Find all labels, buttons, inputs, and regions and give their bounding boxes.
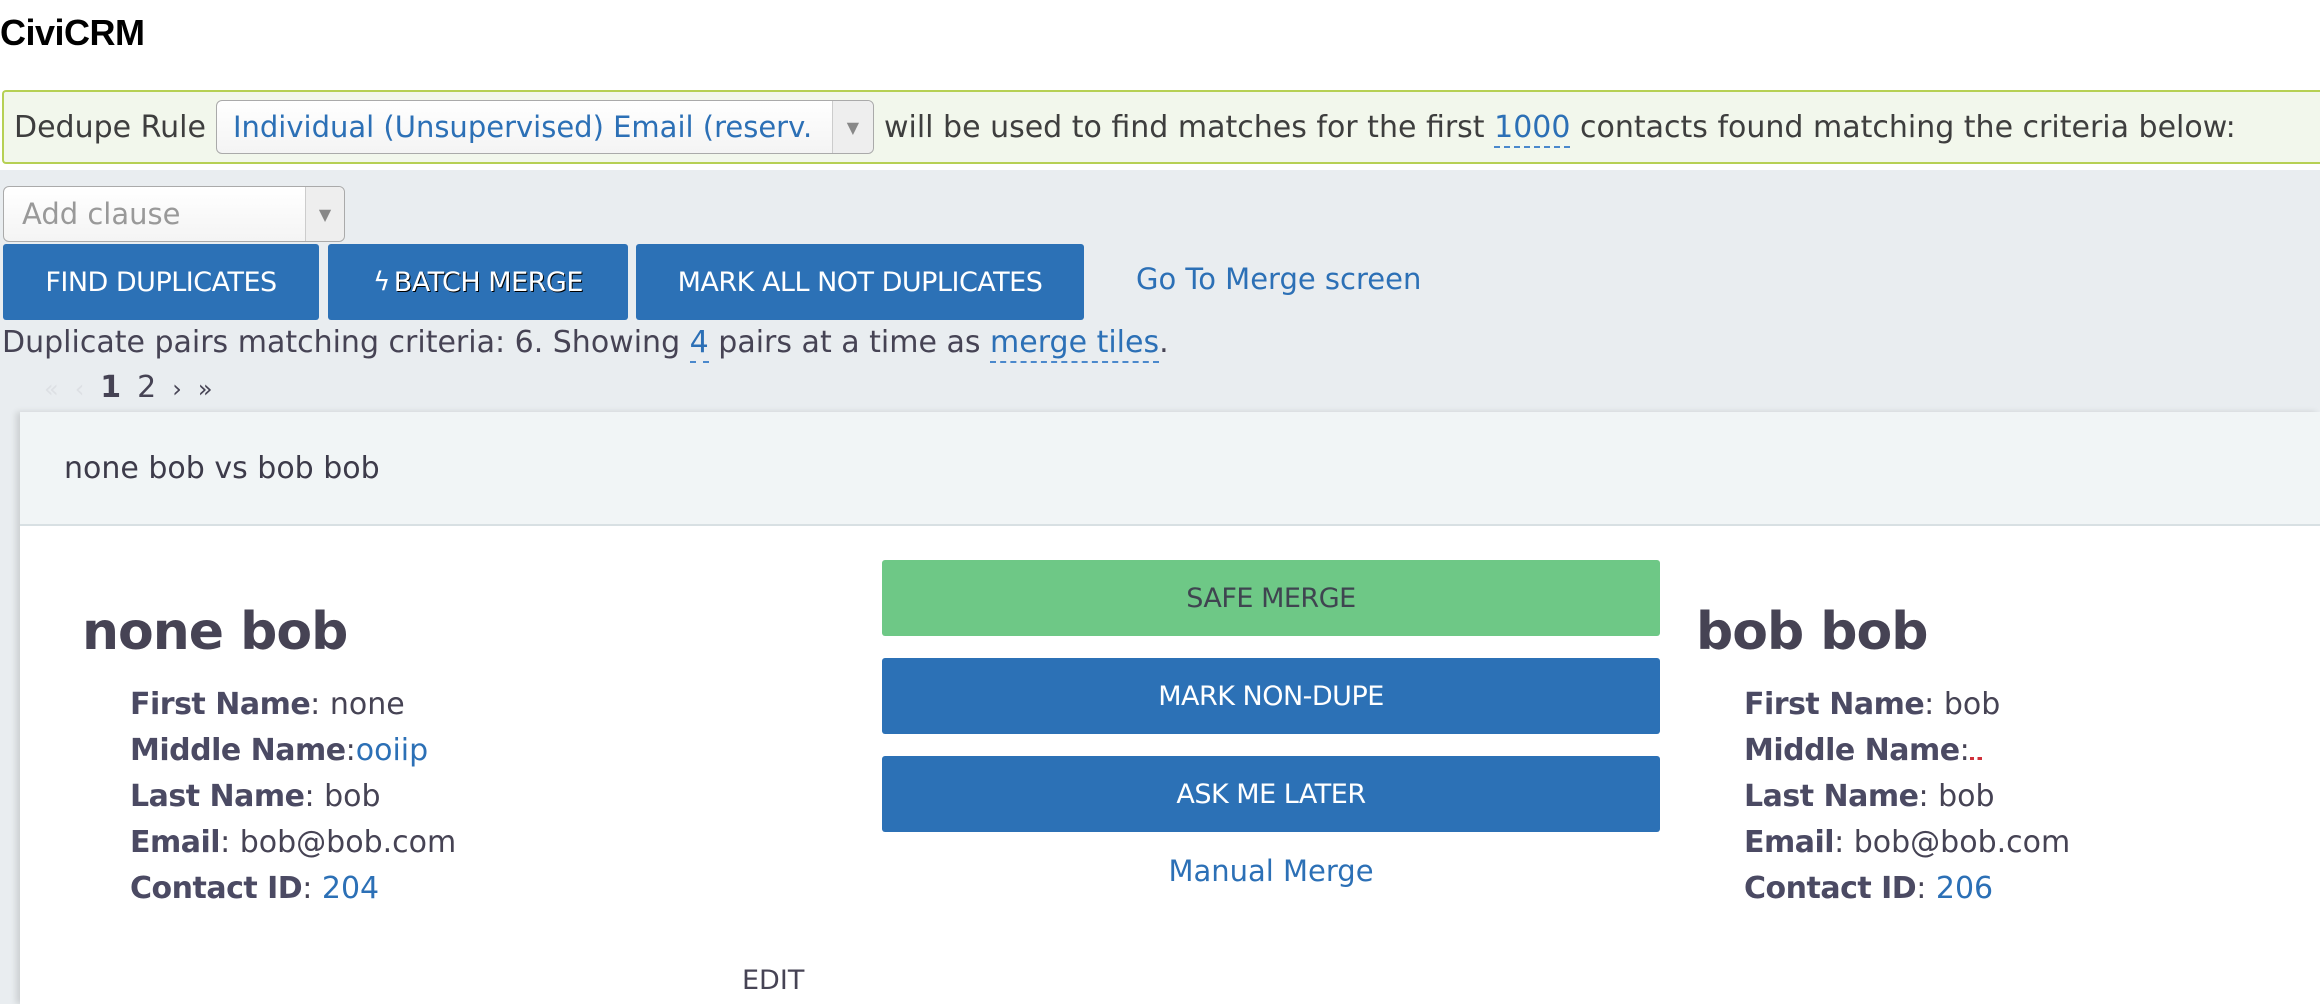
ask-me-later-button[interactable]: ASK ME LATER (882, 756, 1660, 832)
right-contact-fields: First Name: bob Middle Name: Last Name: … (1744, 682, 2070, 912)
field-label: Email (1744, 825, 1835, 860)
field-value: bob (1938, 779, 1995, 814)
field-middle-name: Middle Name:ooiip (130, 733, 429, 768)
last-page-button[interactable]: » (198, 375, 213, 403)
merge-tile-title: none bob vs bob bob (64, 450, 380, 486)
page-size-link[interactable]: 4 (689, 325, 709, 363)
summary-suffix: . (1159, 325, 1169, 360)
contact-id-link[interactable]: 206 (1936, 871, 1993, 906)
contact-limit-link[interactable]: 1000 (1494, 109, 1571, 148)
field-label: Middle Name (130, 733, 346, 768)
batch-merge-button[interactable]: ϟ BATCH MERGE (328, 244, 628, 320)
pager: « ‹ 1 2 › » (44, 370, 213, 405)
empty-value-marker[interactable] (1969, 743, 1982, 760)
field-label: Email (130, 825, 221, 860)
mark-all-not-duplicates-label: MARK ALL NOT DUPLICATES (677, 266, 1043, 298)
field-value: bob (324, 779, 381, 814)
dedupe-rule-bar: Dedupe Rule Individual (Unsupervised) Em… (2, 90, 2320, 164)
mark-all-not-duplicates-button[interactable]: MARK ALL NOT DUPLICATES (636, 244, 1084, 320)
field-label: First Name (1744, 687, 1925, 722)
manual-merge-link[interactable]: Manual Merge (882, 854, 1660, 888)
chevron-down-icon[interactable]: ▼ (831, 101, 873, 153)
mark-non-dupe-label: MARK NON-DUPE (1158, 680, 1384, 712)
dedupe-rule-selected-value: Individual (Unsupervised) Email (reserv.… (232, 110, 813, 144)
field-email: Email: bob@bob.com (130, 825, 457, 860)
field-value: bob@bob.com (239, 825, 457, 860)
field-last-name: Last Name: bob (130, 779, 381, 814)
find-duplicates-label: FIND DUPLICATES (45, 266, 277, 298)
field-label: Last Name (1744, 779, 1919, 814)
summary-middle: pairs at a time as (718, 325, 981, 360)
dedupe-rule-label: Dedupe Rule (14, 109, 206, 145)
right-contact-name: bob bob (1696, 602, 1928, 662)
dedupe-rule-select[interactable]: Individual (Unsupervised) Email (reserv.… (215, 100, 874, 154)
field-label: Last Name (130, 779, 305, 814)
dedupe-text-before: will be used to find matches for the fir… (883, 109, 1485, 145)
chevron-down-icon[interactable]: ▼ (305, 187, 344, 241)
page-2-button[interactable]: 2 (137, 370, 156, 405)
field-label: Middle Name (1744, 733, 1960, 768)
field-first-name: First Name: none (130, 687, 405, 722)
lightning-bolt-icon: ϟ (373, 267, 390, 297)
field-value: bob@bob.com (1853, 825, 2071, 860)
left-contact-fields: First Name: none Middle Name:ooiip Last … (130, 682, 456, 912)
field-value[interactable]: ooiip (356, 733, 428, 768)
dedupe-text-after: contacts found matching the criteria bel… (1580, 109, 2236, 145)
first-page-button[interactable]: « (44, 375, 59, 403)
dedupe-description: will be used to find matches for the fir… (883, 109, 2236, 148)
safe-merge-label: SAFE MERGE (1186, 582, 1356, 614)
merge-tile-header: none bob vs bob bob (20, 412, 2320, 526)
mark-non-dupe-button[interactable]: MARK NON-DUPE (882, 658, 1660, 734)
add-clause-select[interactable]: Add clause ▼ (3, 186, 345, 242)
field-value: none (329, 687, 405, 722)
merge-tile: none bob vs bob bob none bob First Name:… (20, 412, 2320, 1004)
safe-merge-button[interactable]: SAFE MERGE (882, 560, 1660, 636)
field-last-name: Last Name: bob (1744, 779, 1995, 814)
field-first-name: First Name: bob (1744, 687, 2001, 722)
add-clause-placeholder: Add clause (22, 197, 181, 231)
right-contact: bob bob First Name: bob Middle Name: Las… (1696, 602, 2070, 912)
prev-page-button[interactable]: ‹ (75, 375, 85, 403)
field-contact-id: Contact ID: 204 (130, 871, 380, 906)
edit-button[interactable]: EDIT (742, 965, 804, 996)
batch-merge-label: BATCH MERGE (393, 266, 584, 298)
merge-actions: SAFE MERGE MARK NON-DUPE ASK ME LATER Ma… (882, 560, 1660, 888)
field-middle-name: Middle Name: (1744, 728, 2070, 774)
ask-me-later-label: ASK ME LATER (1176, 778, 1366, 810)
field-email: Email: bob@bob.com (1744, 825, 2071, 860)
left-contact-name: none bob (82, 602, 348, 662)
page-1-button[interactable]: 1 (100, 370, 121, 405)
contact-id-link[interactable]: 204 (322, 871, 379, 906)
next-page-button[interactable]: › (172, 375, 182, 403)
field-label: Contact ID (1744, 871, 1917, 906)
field-value: bob (1943, 687, 2001, 722)
summary-prefix: Duplicate pairs matching criteria: 6. Sh… (2, 325, 681, 360)
go-to-merge-screen-link[interactable]: Go To Merge screen (1136, 262, 1421, 296)
view-mode-link[interactable]: merge tiles (990, 325, 1160, 363)
find-duplicates-button[interactable]: FIND DUPLICATES (3, 244, 319, 320)
field-contact-id: Contact ID: 206 (1744, 871, 1994, 906)
left-contact: none bob First Name: none Middle Name:oo… (82, 602, 456, 912)
field-label: First Name (130, 687, 311, 722)
duplicate-summary: Duplicate pairs matching criteria: 6. Sh… (2, 325, 1169, 363)
app-title: CiviCRM (0, 12, 145, 53)
field-label: Contact ID (130, 871, 303, 906)
